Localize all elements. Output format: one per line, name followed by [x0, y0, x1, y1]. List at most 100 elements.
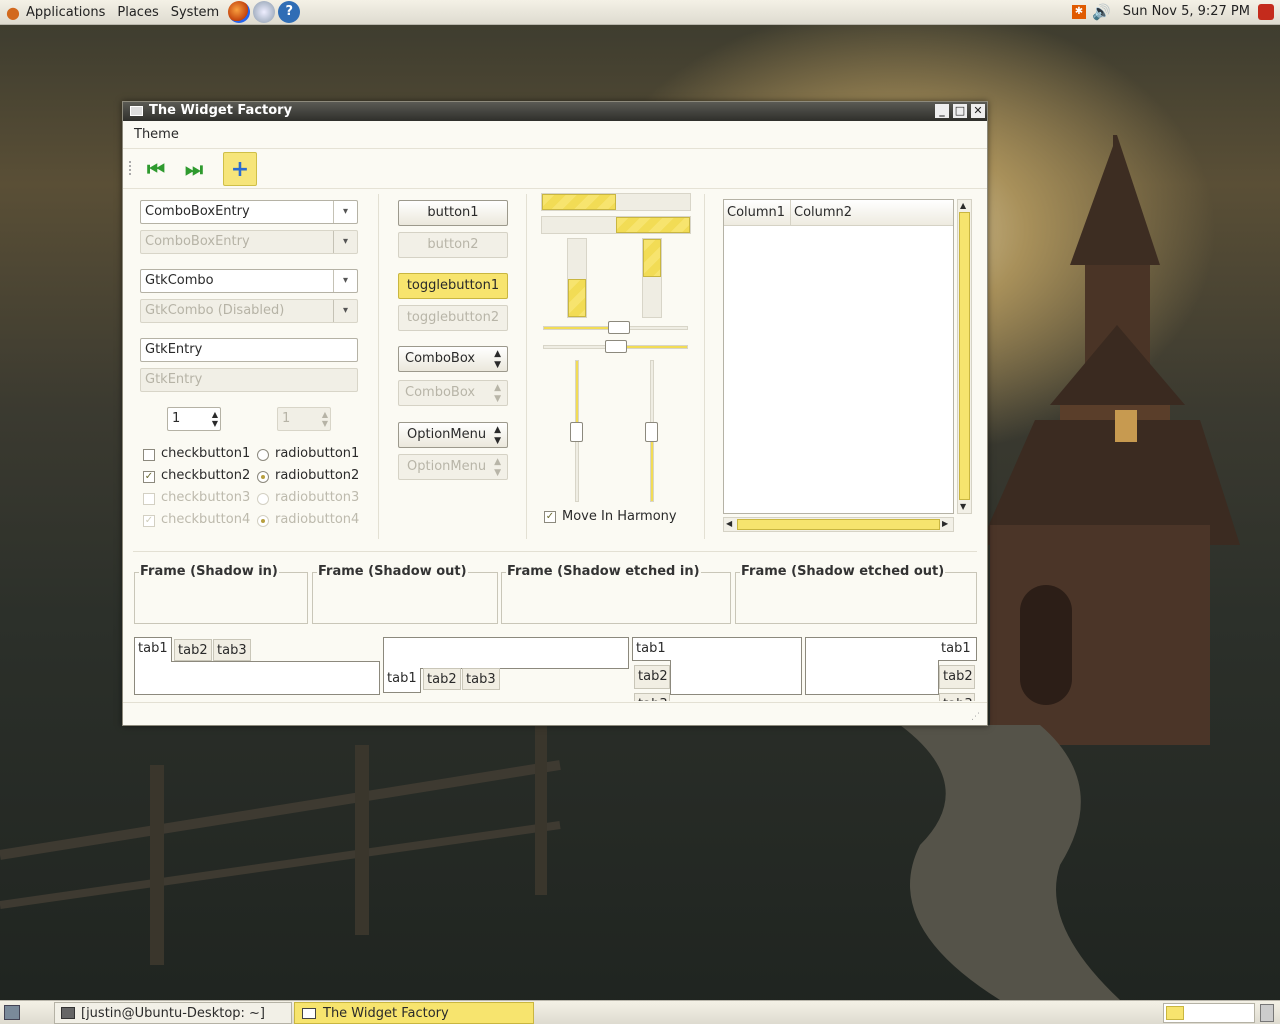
column2-label: Column2 [794, 205, 853, 220]
notebook-right-tab2[interactable]: tab2 [939, 665, 975, 689]
frame-shadow-out-title: Frame (Shadow out) [317, 564, 468, 579]
notebook-bottom-tab1[interactable]: tab1 [383, 668, 421, 693]
notebook-right-tab3[interactable]: tab3 [939, 693, 975, 701]
add-button[interactable]: + [223, 152, 257, 186]
scroll-up-icon[interactable]: ▲ [960, 201, 966, 210]
checkbutton3-box [143, 493, 155, 505]
update-notifier-icon[interactable]: ✱ [1072, 5, 1086, 19]
button1[interactable]: button1 [398, 200, 508, 226]
progressbar-h1-fill [542, 194, 616, 210]
gtkcombo-1[interactable]: GtkCombo ▾ [140, 269, 358, 293]
chevron-down-icon[interactable]: ▾ [333, 270, 357, 292]
optionmenu-1[interactable]: OptionMenu ▲ ▼ [398, 422, 508, 448]
theme-menu[interactable]: Theme [134, 127, 179, 142]
horizontal-scrollbar-thumb[interactable] [737, 519, 940, 530]
notebook-bottom-tab2[interactable]: tab2 [423, 668, 461, 690]
scroll-right-icon[interactable]: ▶ [942, 519, 948, 528]
optionmenu-1-text: OptionMenu [407, 427, 487, 442]
taskbar-terminal[interactable]: [justin@Ubuntu-Desktop: ~] [54, 1002, 292, 1024]
frame-shadow-etched-out: Frame (Shadow etched out) [735, 564, 977, 624]
notebook-left-tab1[interactable]: tab1 [632, 637, 671, 661]
email-icon[interactable] [253, 1, 276, 23]
workspace-switcher[interactable] [1163, 1003, 1255, 1023]
checkbutton1-box[interactable] [143, 449, 155, 461]
combobox-1[interactable]: ComboBox ▲ ▼ [398, 346, 508, 372]
notebook-bottom: tab1 tab2 tab3 [383, 637, 629, 695]
taskbar-terminal-label: [justin@Ubuntu-Desktop: ~] [81, 1006, 266, 1021]
comboboxentry-2: ComboBoxEntry ▾ [140, 230, 358, 254]
hscale-1-slider[interactable] [608, 321, 630, 334]
button2: button2 [398, 232, 508, 258]
column1-header[interactable]: Column1 [724, 200, 791, 226]
tree-view[interactable]: Column1 Column2 [723, 199, 954, 514]
move-in-harmony-label[interactable]: Move In Harmony [562, 509, 677, 524]
radiobutton1-dot[interactable] [257, 449, 269, 461]
spinbutton-2: 1 ▲ ▼ [277, 407, 331, 431]
comboboxentry-1[interactable]: ComboBoxEntry ▾ [140, 200, 358, 224]
frame-shadow-etched-in: Frame (Shadow etched in) [501, 564, 731, 624]
title-bar[interactable]: The Widget Factory _ □ ✕ [123, 102, 987, 121]
updown-icon: ▲ ▼ [494, 457, 501, 478]
separator-2 [526, 194, 527, 539]
radiobutton4-dot [257, 515, 269, 527]
notebook-left-page [670, 637, 802, 695]
terminal-icon [61, 1007, 75, 1019]
move-in-harmony-checkbox[interactable]: ✓ [544, 511, 556, 523]
checkbutton1-label[interactable]: checkbutton1 [161, 446, 250, 461]
radiobutton1-label[interactable]: radiobutton1 [275, 446, 359, 461]
radiobutton2-dot[interactable] [257, 471, 269, 483]
resize-grip-icon[interactable]: ⋰ [971, 712, 980, 722]
minimize-button[interactable]: _ [935, 104, 949, 118]
taskbar-widget-factory[interactable]: The Widget Factory [294, 1002, 534, 1024]
logout-icon[interactable] [1258, 4, 1274, 20]
notebook-top-tab1[interactable]: tab1 [134, 637, 172, 662]
show-desktop-icon[interactable] [4, 1005, 20, 1020]
togglebutton1[interactable]: togglebutton1 [398, 273, 508, 299]
ubuntu-logo-icon[interactable]: ● [6, 3, 20, 22]
window-title: The Widget Factory [149, 103, 293, 118]
spin-arrows-icon[interactable]: ▲ ▼ [212, 410, 218, 428]
notebook-bottom-tab3[interactable]: tab3 [462, 668, 500, 690]
checkbutton2-label[interactable]: checkbutton2 [161, 468, 250, 483]
gtkcombo-1-text: GtkCombo [145, 273, 214, 288]
help-icon[interactable]: ? [278, 1, 301, 23]
firefox-icon[interactable] [228, 1, 251, 23]
vscale-2-slider[interactable] [645, 422, 658, 442]
system-menu[interactable]: System [165, 5, 225, 20]
notebook-top-tab2[interactable]: tab2 [174, 639, 212, 661]
workspace-1[interactable] [1166, 1006, 1184, 1020]
notebook-left-tab2[interactable]: tab2 [634, 665, 670, 689]
maximize-button[interactable]: □ [953, 104, 967, 118]
volume-icon[interactable]: 🔊 [1092, 3, 1111, 21]
vertical-scrollbar[interactable]: ▲ ▼ [957, 199, 972, 514]
chevron-down-icon[interactable]: ▾ [333, 201, 357, 223]
trash-icon[interactable] [1260, 1004, 1274, 1022]
horizontal-scrollbar[interactable]: ◀ ▶ [723, 517, 954, 532]
updown-icon: ▲ ▼ [494, 383, 501, 404]
chevron-down-icon: ▾ [333, 300, 357, 322]
notebook-top-tab3[interactable]: tab3 [213, 639, 251, 661]
toolbar: ⏮ ⏭ + [123, 149, 987, 189]
spinbutton-1[interactable]: 1 ▲ ▼ [167, 407, 221, 431]
places-menu[interactable]: Places [111, 5, 164, 20]
clock[interactable]: Sun Nov 5, 9:27 PM [1123, 4, 1250, 19]
applications-menu[interactable]: Applications [20, 5, 111, 20]
plus-icon: + [230, 156, 250, 182]
vscale-1-slider[interactable] [570, 422, 583, 442]
scroll-left-icon[interactable]: ◀ [726, 519, 732, 528]
go-last-button[interactable]: ⏭ [177, 152, 211, 186]
checkbutton2-box[interactable]: ✓ [143, 471, 155, 483]
go-first-icon: ⏮ [147, 157, 165, 181]
column2-header[interactable]: Column2 [791, 200, 953, 226]
gtkentry-1[interactable]: GtkEntry [140, 338, 358, 362]
toolbar-grip[interactable] [129, 161, 132, 175]
scroll-down-icon[interactable]: ▼ [960, 502, 966, 511]
hscale-2-slider[interactable] [605, 340, 627, 353]
go-first-button[interactable]: ⏮ [139, 152, 173, 186]
progressbar-v1-fill [568, 279, 586, 317]
notebook-right-tab1[interactable]: tab1 [938, 637, 977, 661]
radiobutton2-label[interactable]: radiobutton2 [275, 468, 359, 483]
vertical-scrollbar-thumb[interactable] [959, 212, 970, 500]
close-button[interactable]: ✕ [971, 104, 985, 118]
notebook-left-tab3[interactable]: tab3 [634, 693, 670, 701]
